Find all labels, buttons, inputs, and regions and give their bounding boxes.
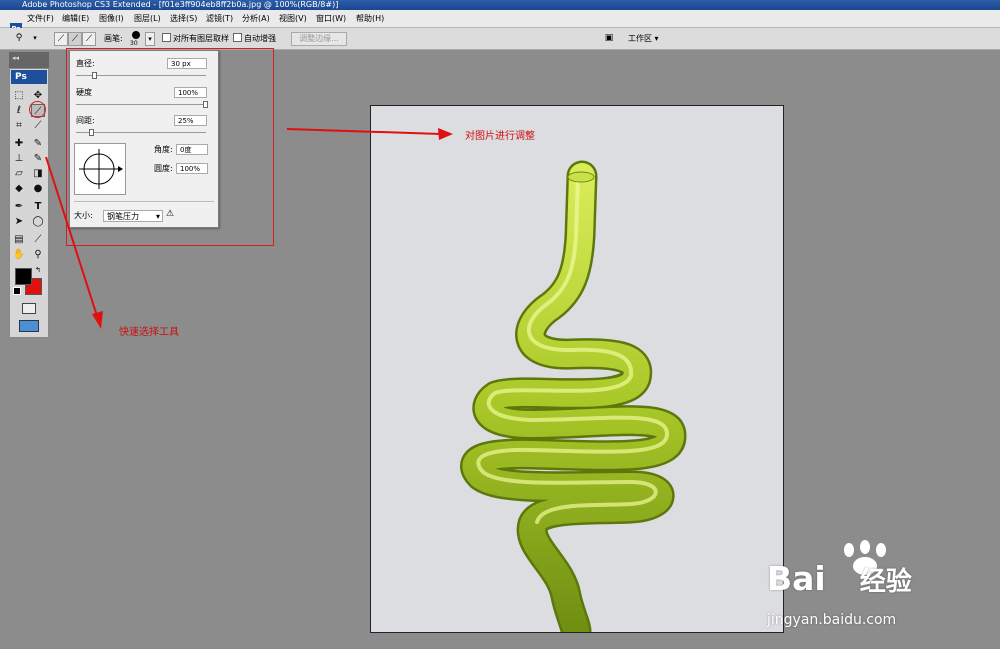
watermark-brand-suffix: 经验: [859, 567, 912, 597]
baidu-watermark: Bai 经验 jingyan.baidu.com: [757, 540, 997, 640]
watermark-url: jingyan.baidu.com: [767, 612, 897, 628]
watermark-brand-text: Bai: [767, 559, 826, 598]
annotation-adjust-image: 对图片进行调整: [465, 131, 535, 142]
annotation-quick-select: 快速选择工具: [119, 327, 179, 338]
watermark-brand: Bai 经验: [767, 559, 912, 598]
